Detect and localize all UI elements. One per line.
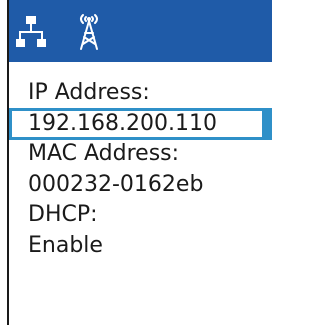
network-status-screen: IP Address: 192.168.200.110 MAC Address:… xyxy=(0,0,272,325)
mac-address-value[interactable]: 000232-0162eb xyxy=(28,170,268,201)
status-header xyxy=(9,0,272,62)
network-icon xyxy=(16,16,46,47)
network-info-list: IP Address: 192.168.200.110 MAC Address:… xyxy=(28,78,268,261)
ip-address-label: IP Address: xyxy=(28,80,150,105)
wireless-antenna-icon xyxy=(80,14,98,50)
dhcp-label: DHCP: xyxy=(28,202,98,227)
mac-address-label: MAC Address: xyxy=(28,141,180,166)
dhcp-value[interactable]: Enable xyxy=(28,231,268,262)
ip-address-value[interactable]: 192.168.200.110 xyxy=(28,109,268,140)
